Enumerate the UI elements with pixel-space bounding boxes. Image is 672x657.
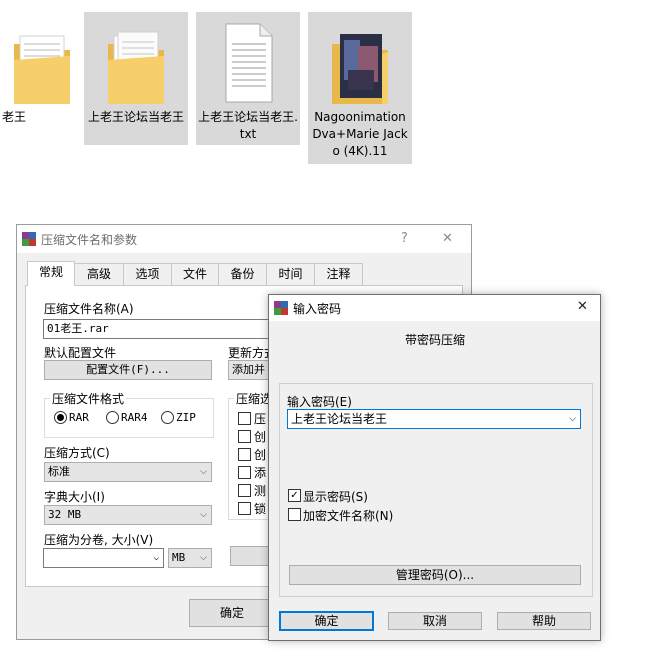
- default-profile-label: 默认配置文件: [44, 346, 117, 360]
- manage-passwords-button[interactable]: 管理密码(O)...: [289, 565, 581, 585]
- format-zip-radio[interactable]: [161, 411, 174, 424]
- dialog-title: 压缩文件名和参数: [41, 233, 138, 247]
- option-label: 压: [254, 412, 267, 426]
- dict-label: 字典大小(I): [44, 490, 105, 504]
- file-label: 上老王论坛当老王: [87, 110, 184, 124]
- method-label: 压缩方式(C): [44, 446, 110, 460]
- folder-icon: [108, 31, 164, 104]
- help-icon[interactable]: ?: [401, 231, 408, 246]
- dict-select[interactable]: 32 MB ⌵: [44, 505, 212, 525]
- password-value: 上老王论坛当老王: [291, 412, 388, 426]
- file-label: 上老王论坛当老王.txt: [198, 110, 298, 141]
- chevron-down-icon: ⌵: [200, 467, 207, 477]
- option-checkbox[interactable]: [238, 502, 251, 515]
- close-icon[interactable]: ✕: [442, 231, 453, 246]
- password-label: 输入密码(E): [287, 395, 352, 409]
- option-label: 创: [254, 430, 267, 444]
- folder-icon: [14, 35, 70, 104]
- format-zip-label: ZIP: [176, 411, 196, 424]
- show-password-label: 显示密码(S): [303, 490, 368, 504]
- tab-options[interactable]: 选项: [123, 263, 172, 285]
- format-rar-radio[interactable]: [54, 411, 67, 424]
- split-label: 压缩为分卷, 大小(V): [44, 533, 154, 547]
- password-ok-button[interactable]: 确定: [279, 611, 374, 631]
- file-label: 老王: [2, 110, 27, 124]
- main-ok-button[interactable]: 确定: [189, 599, 275, 627]
- method-select[interactable]: 标准 ⌵: [44, 462, 212, 482]
- chevron-down-icon[interactable]: ⌵: [569, 410, 576, 428]
- chevron-down-icon: ⌵: [200, 510, 207, 520]
- show-password-checkbox[interactable]: ✓: [288, 489, 301, 502]
- archive-name-input[interactable]: 01老王.rar: [43, 319, 288, 339]
- tab-general[interactable]: 常规: [27, 261, 75, 286]
- format-rar4-radio[interactable]: [106, 411, 119, 424]
- tab-files[interactable]: 文件: [171, 263, 219, 285]
- option-checkbox[interactable]: [238, 412, 251, 425]
- archive-name-label: 压缩文件名称(A): [44, 302, 134, 316]
- file-tile-txt[interactable]: 上老王论坛当老王.txt: [196, 12, 300, 145]
- split-unit-select[interactable]: MB ⌵: [168, 548, 212, 568]
- format-rar4-label: RAR4: [121, 411, 148, 424]
- image-folder-icon: [332, 34, 388, 104]
- file-tile-folder[interactable]: 上老王论坛当老王: [84, 12, 188, 145]
- method-value: 标准: [48, 465, 70, 478]
- text-file-icon: [225, 23, 273, 103]
- profile-button[interactable]: 配置文件(F)...: [44, 360, 212, 380]
- tab-backup[interactable]: 备份: [218, 263, 267, 285]
- encrypt-names-checkbox[interactable]: [288, 508, 301, 521]
- file-tile-video-folder[interactable]: Nagoonimation Dva+Marie Jacko (4K).11: [308, 12, 412, 164]
- tab-comment[interactable]: 注释: [314, 263, 363, 285]
- dict-value: 32 MB: [48, 508, 82, 521]
- password-help-button[interactable]: 帮助: [497, 612, 591, 630]
- title-bar[interactable]: 压缩文件名和参数 ? ✕: [17, 225, 471, 253]
- set-password-button[interactable]: [230, 546, 272, 566]
- option-label: 锁: [254, 502, 267, 516]
- dialog-title: 输入密码: [293, 302, 342, 316]
- chevron-down-icon: ⌵: [200, 553, 207, 563]
- tab-advanced[interactable]: 高级: [74, 263, 124, 285]
- split-size-input[interactable]: ⌵: [43, 548, 164, 568]
- file-tile-laowang[interactable]: 老王: [0, 12, 76, 145]
- winrar-icon: [22, 232, 36, 246]
- option-checkbox[interactable]: [238, 484, 251, 497]
- format-rar-label: RAR: [69, 411, 89, 424]
- option-label: 测: [254, 484, 267, 498]
- option-label: 创: [254, 448, 267, 462]
- password-dialog: 输入密码 ✕ 带密码压缩 输入密码(E) 上老王论坛当老王 ⌵ ✓ 显示密码(S…: [268, 294, 601, 641]
- tab-time[interactable]: 时间: [266, 263, 315, 285]
- password-cancel-button[interactable]: 取消: [388, 612, 482, 630]
- title-bar[interactable]: 输入密码 ✕: [269, 295, 600, 321]
- option-checkbox[interactable]: [238, 430, 251, 443]
- update-mode-select[interactable]: 添加并: [228, 360, 269, 380]
- close-icon[interactable]: ✕: [577, 299, 588, 314]
- split-unit-value: MB: [172, 551, 186, 564]
- winrar-icon: [274, 301, 288, 315]
- option-checkbox[interactable]: [238, 448, 251, 461]
- encrypt-names-label: 加密文件名称(N): [303, 509, 394, 523]
- format-group-label: 压缩文件格式: [50, 390, 127, 407]
- password-input[interactable]: 上老王论坛当老王 ⌵: [287, 409, 581, 429]
- file-label: Nagoonimation Dva+Marie Jacko (4K).11: [312, 110, 408, 158]
- chevron-down-icon: ⌵: [153, 553, 159, 563]
- option-checkbox[interactable]: [238, 466, 251, 479]
- option-label: 添: [254, 466, 267, 480]
- password-heading: 带密码压缩: [405, 333, 466, 347]
